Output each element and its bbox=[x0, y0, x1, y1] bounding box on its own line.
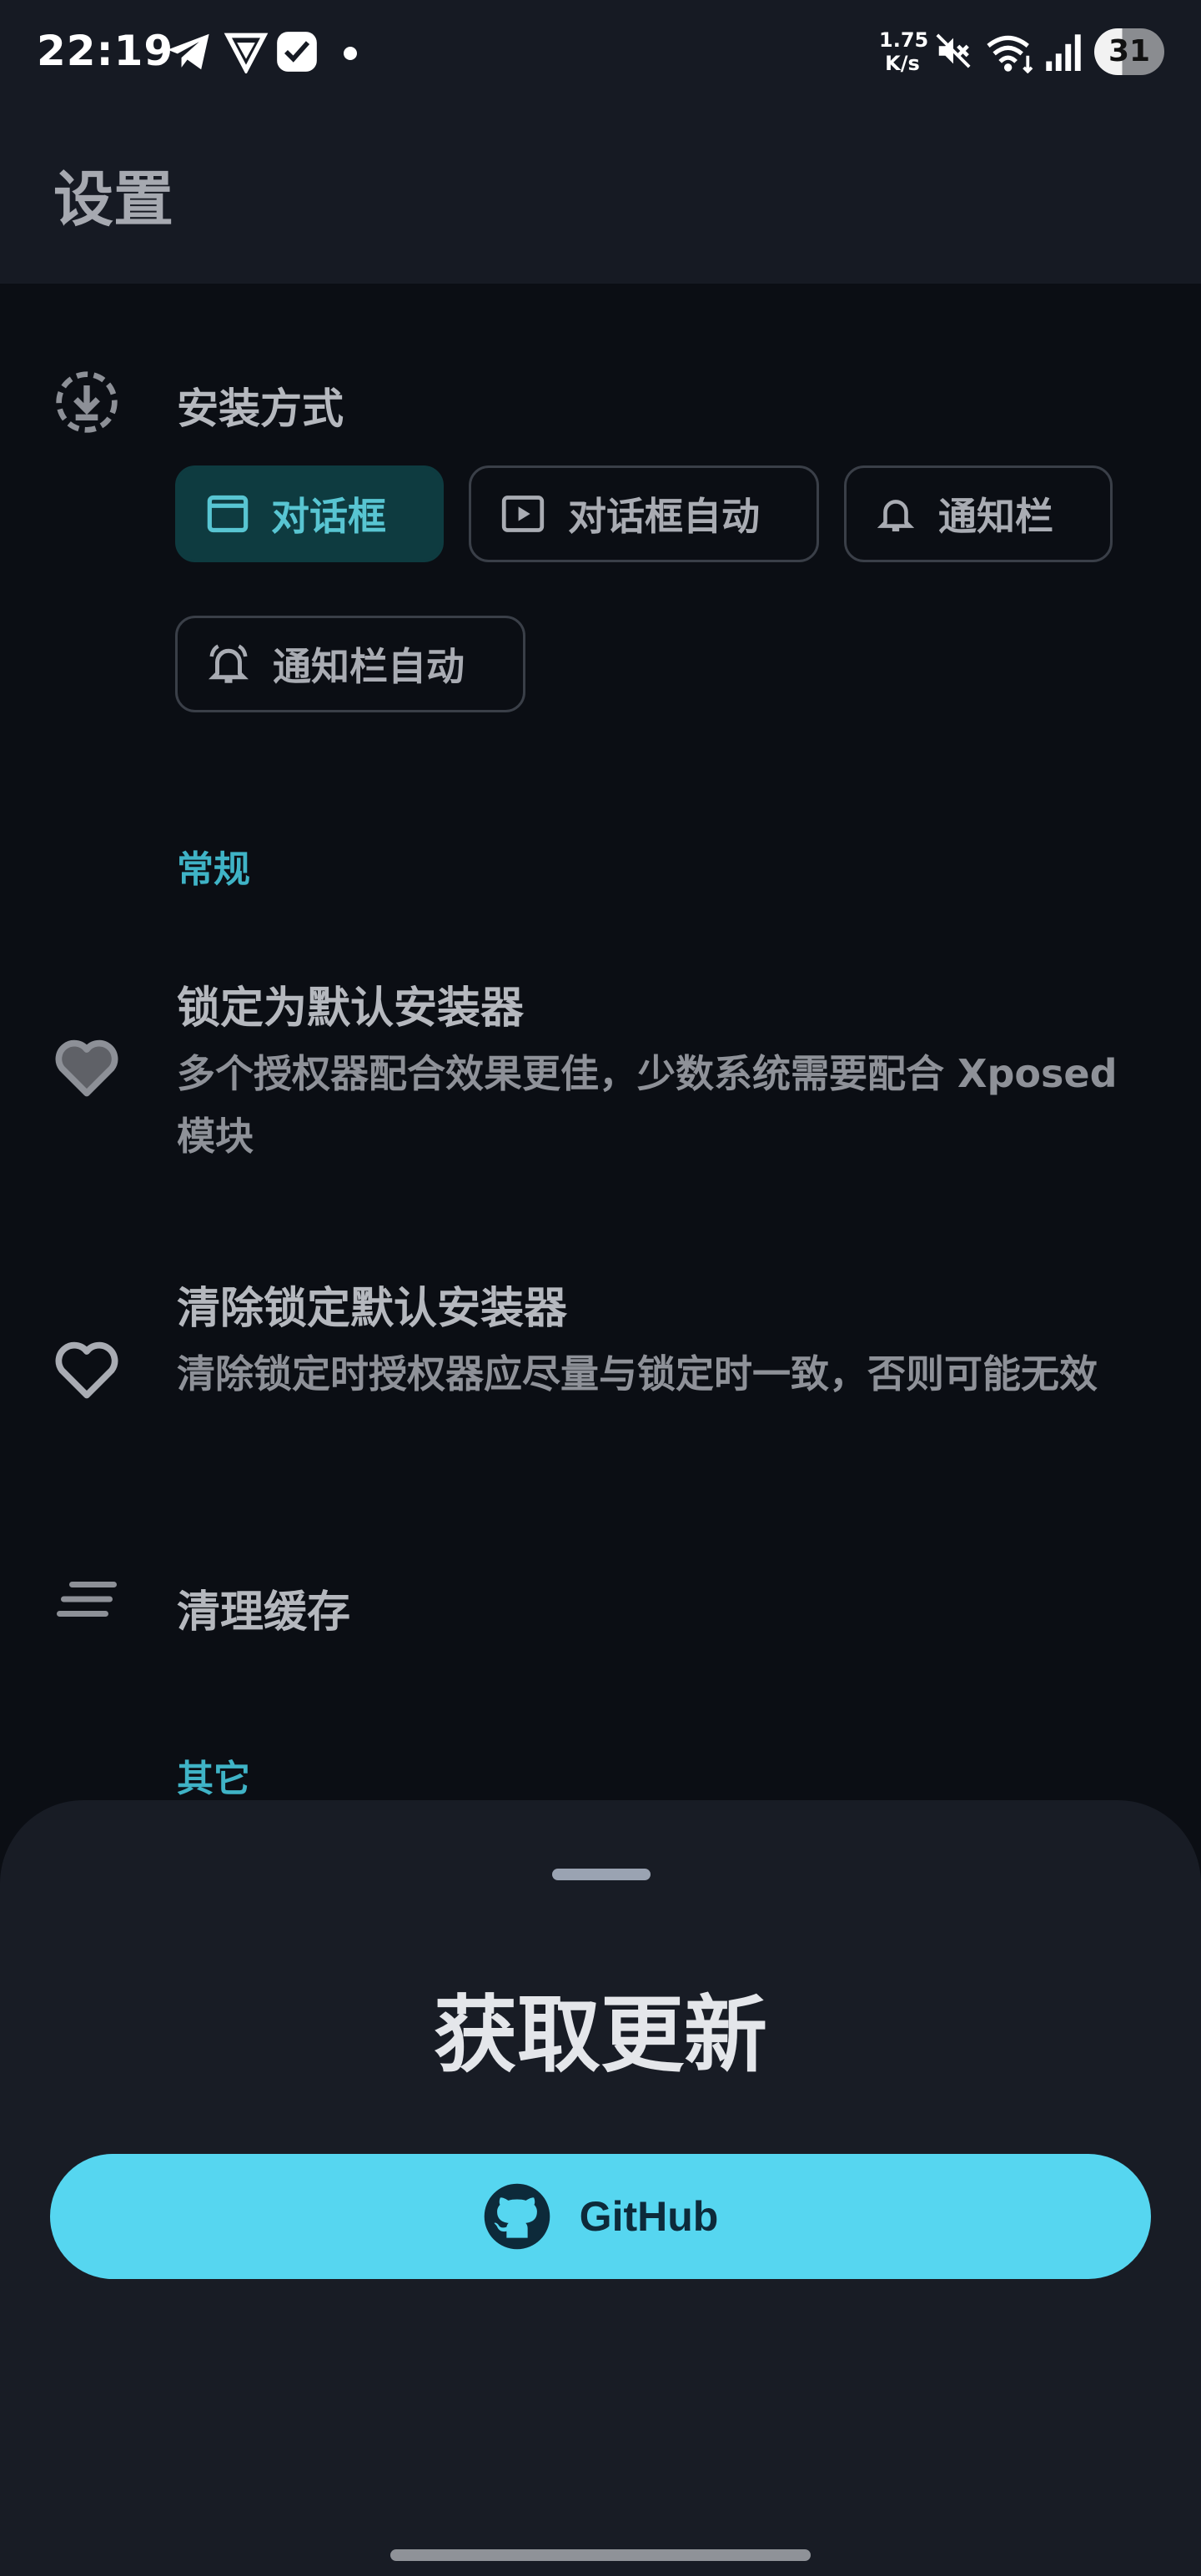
item-title: 锁定为默认安装器 bbox=[177, 984, 525, 1034]
telegram-icon bbox=[168, 33, 209, 70]
heart-outline-icon bbox=[55, 1341, 118, 1399]
bell-icon bbox=[877, 500, 915, 532]
network-speed-value: 1.75 bbox=[879, 28, 929, 52]
install-option-notification-auto[interactable]: 通知栏自动 bbox=[175, 616, 525, 712]
install-method-title: 安装方式 bbox=[177, 385, 344, 433]
download-icon bbox=[56, 371, 118, 433]
bell-ring-icon bbox=[209, 644, 249, 683]
status-clock: 22:19 bbox=[37, 27, 174, 75]
install-option-label: 通知栏 bbox=[938, 494, 1053, 539]
clear-lines-icon bbox=[57, 1582, 117, 1617]
top-app-bar: 设置 bbox=[0, 108, 1201, 284]
install-option-dialog[interactable]: 对话框 bbox=[175, 465, 444, 562]
vpn-icon bbox=[224, 33, 269, 73]
install-option-notification[interactable]: 通知栏 bbox=[844, 465, 1113, 562]
status-bar: 22:19 1.75 K/s 31 bbox=[0, 0, 1201, 108]
notification-app-icon bbox=[277, 32, 317, 72]
item-description: 多个授权器配合效果更佳，少数系统需要配合 Xposed模块 bbox=[177, 1051, 1118, 1159]
item-title: 清除锁定默认安装器 bbox=[177, 1284, 568, 1334]
update-bottom-sheet[interactable]: 获取更新 GitHub bbox=[0, 1800, 1201, 2576]
network-speed-unit: K/s bbox=[885, 52, 920, 75]
github-button-label: GitHub bbox=[579, 2193, 719, 2240]
github-icon bbox=[484, 2183, 550, 2250]
wifi-icon bbox=[987, 35, 1033, 73]
item-description: 清除锁定时授权器应尽量与锁定时一致，否则可能无效 bbox=[177, 1351, 1098, 1396]
category-other: 其它 bbox=[177, 1758, 250, 1800]
battery-icon: 31 bbox=[1094, 28, 1164, 75]
heart-filled-icon bbox=[55, 1039, 118, 1097]
install-option-label: 通知栏自动 bbox=[273, 644, 465, 689]
play-icon bbox=[501, 496, 545, 532]
page-title: 设置 bbox=[53, 164, 174, 234]
github-button[interactable]: GitHub bbox=[50, 2154, 1151, 2279]
mute-icon bbox=[936, 33, 971, 68]
gesture-nav-bar[interactable] bbox=[390, 2549, 811, 2561]
sheet-title: 获取更新 bbox=[434, 1986, 767, 2084]
install-option-dialog-auto[interactable]: 对话框自动 bbox=[469, 465, 819, 562]
drag-handle[interactable] bbox=[552, 1869, 651, 1880]
item-title: 清理缓存 bbox=[177, 1587, 351, 1638]
screen: 22:19 1.75 K/s 31 设置 安装方式 对话框 对话框自动 通知栏 … bbox=[0, 0, 1201, 2576]
window-icon bbox=[207, 495, 249, 533]
category-general: 常规 bbox=[177, 848, 250, 891]
signal-icon bbox=[1046, 34, 1081, 71]
install-option-label: 对话框自动 bbox=[568, 494, 760, 539]
install-option-label: 对话框 bbox=[271, 494, 386, 539]
settings-list[interactable]: 安装方式 对话框 对话框自动 通知栏 通知栏自动 常规 锁定为默认安装器 多个授… bbox=[0, 284, 1201, 1810]
network-speed: 1.75 K/s bbox=[879, 28, 929, 75]
dot-icon bbox=[344, 47, 357, 60]
